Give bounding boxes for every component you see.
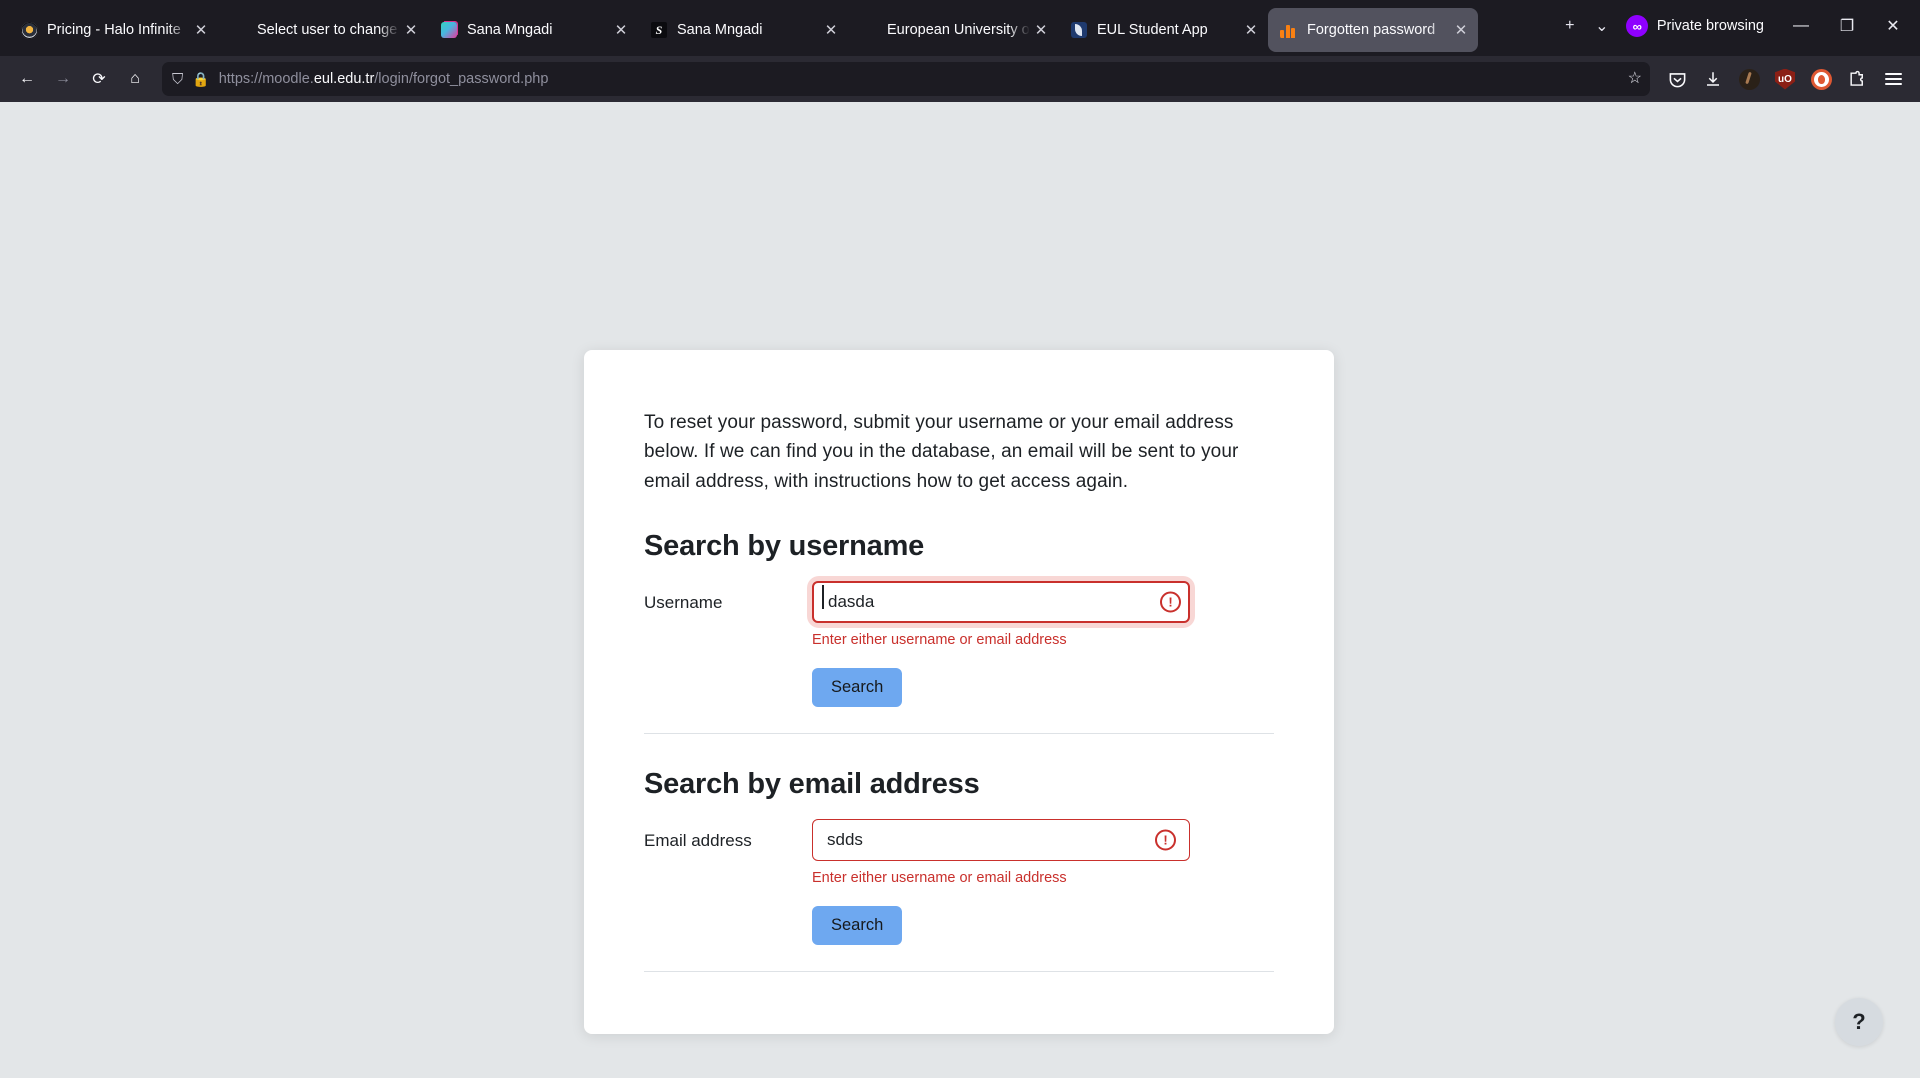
tabs-container: Pricing - Halo Infinite ✕ Select user to… <box>8 0 1554 56</box>
tab-close-icon[interactable]: ✕ <box>610 19 632 41</box>
window-controls-area: ∞ Private browsing — ❐ ✕ <box>1618 0 1920 56</box>
extensions-puzzle-icon[interactable] <box>1840 62 1874 96</box>
username-search-button[interactable]: Search <box>812 668 903 708</box>
close-window-button[interactable]: ✕ <box>1870 6 1916 46</box>
tab-strip: Pricing - Halo Infinite ✕ Select user to… <box>0 0 1920 56</box>
tab-pricing-halo-infinite[interactable]: Pricing - Halo Infinite ✕ <box>8 8 218 52</box>
email-input-wrap: ! <box>812 819 1190 862</box>
username-field-col: ! Enter either username or email address… <box>807 576 1274 708</box>
tab-title: European University of L <box>887 22 1030 38</box>
back-icon[interactable]: ← <box>10 62 44 96</box>
username-field-row: Username ! Enter either username or emai… <box>644 576 1274 708</box>
ublock-origin-icon[interactable]: uO <box>1768 62 1802 96</box>
tab-close-icon[interactable]: ✕ <box>820 19 842 41</box>
halo-icon <box>20 21 38 39</box>
url-path: /login/forgot_password.php <box>374 71 549 87</box>
tab-close-icon[interactable]: ✕ <box>1450 19 1472 41</box>
eul-icon <box>1070 21 1088 39</box>
forward-icon[interactable]: → <box>46 62 80 96</box>
tab-title: Select user to change | P <box>257 22 400 38</box>
error-exclamation-icon: ! <box>1155 829 1176 851</box>
page-viewport: To reset your password, submit your user… <box>0 102 1920 1078</box>
url-domain: eul.edu.tr <box>313 71 375 87</box>
browser-window: Pricing - Halo Infinite ✕ Select user to… <box>0 0 1920 1078</box>
lock-icon[interactable]: 🔒 <box>192 72 209 86</box>
tab-close-icon[interactable]: ✕ <box>1030 19 1052 41</box>
url-text: https://moodle.eul.edu.tr/login/forgot_p… <box>219 71 1619 87</box>
email-error-message: Enter either username or email address <box>812 870 1067 887</box>
reload-icon[interactable]: ⟳ <box>82 62 116 96</box>
private-browsing-indicator: ∞ Private browsing <box>1618 15 1778 37</box>
intro-text: To reset your password, submit your user… <box>644 412 1239 492</box>
moodle-icon <box>1280 21 1298 39</box>
tab-sana-mngadi-2[interactable]: S Sana Mngadi ✕ <box>638 8 848 52</box>
tab-eul-student-app[interactable]: EUL Student App ✕ <box>1058 8 1268 52</box>
download-icon[interactable] <box>1696 62 1730 96</box>
email-field-row: Email address ! Enter either username or… <box>644 819 1274 946</box>
url-scheme: https://moodle. <box>218 71 314 87</box>
browser-toolbar-icons: uO <box>1660 62 1910 96</box>
help-button[interactable]: ? <box>1835 998 1883 1046</box>
error-exclamation-icon: ! <box>1160 591 1181 613</box>
search-by-username-heading: Search by username <box>644 530 925 563</box>
app-menu-icon[interactable] <box>1876 62 1910 96</box>
text-caret <box>822 585 824 610</box>
email-input[interactable] <box>812 819 1190 862</box>
home-icon[interactable]: ⌂ <box>118 62 152 96</box>
section-divider-1 <box>644 733 1274 735</box>
email-label: Email address <box>644 831 752 851</box>
tab-title: Sana Mngadi <box>467 22 553 38</box>
tab-close-icon[interactable]: ✕ <box>400 19 422 41</box>
gradient-squares-icon <box>440 21 458 39</box>
tab-title: EUL Student App <box>1097 22 1208 38</box>
tab-close-icon[interactable]: ✕ <box>1240 19 1262 41</box>
maximize-button[interactable]: ❐ <box>1824 6 1870 46</box>
blank-page-icon <box>230 21 248 39</box>
tab-european-university[interactable]: European University of L ✕ <box>848 8 1058 52</box>
tab-title: Forgotten password <box>1307 22 1436 38</box>
list-all-tabs-icon[interactable]: ⌄ <box>1586 10 1618 42</box>
forgot-password-card: To reset your password, submit your user… <box>584 350 1334 1034</box>
private-browsing-label: Private browsing <box>1656 18 1764 34</box>
tab-forgotten-password[interactable]: Forgotten password ✕ <box>1268 8 1478 52</box>
duckduckgo-icon[interactable] <box>1804 62 1838 96</box>
tabstrip-buttons: + ⌄ <box>1554 0 1618 56</box>
username-label: Username <box>644 593 723 613</box>
account-avatar-icon[interactable] <box>1732 62 1766 96</box>
letter-s-icon: S <box>650 21 668 39</box>
search-by-email-heading: Search by email address <box>644 768 980 801</box>
tab-title: Pricing - Halo Infinite <box>47 22 181 38</box>
tab-sana-mngadi-1[interactable]: Sana Mngadi ✕ <box>428 8 638 52</box>
ublock-badge: uO <box>1775 68 1795 90</box>
pocket-icon[interactable] <box>1660 62 1694 96</box>
new-tab-button[interactable]: + <box>1554 10 1586 42</box>
shield-icon[interactable]: ⛉ <box>172 72 183 87</box>
username-input-wrap: ! <box>807 576 1195 629</box>
tab-title: Sana Mngadi <box>677 22 763 38</box>
navigation-toolbar: ← → ⟳ ⌂ ⛉ 🔒 https://moodle.eul.edu.tr/lo… <box>0 56 1920 102</box>
private-mask-icon: ∞ <box>1625 15 1648 37</box>
tab-close-icon[interactable]: ✕ <box>190 19 212 41</box>
minimize-button[interactable]: — <box>1778 6 1824 46</box>
username-error-message: Enter either username or email address <box>812 632 1067 649</box>
tab-select-user-to-change[interactable]: Select user to change | P ✕ <box>218 8 428 52</box>
email-search-button[interactable]: Search <box>812 906 903 946</box>
address-bar[interactable]: ⛉ 🔒 https://moodle.eul.edu.tr/login/forg… <box>162 62 1650 96</box>
email-field-col: ! Enter either username or email address… <box>812 819 1274 946</box>
blank-page-icon <box>860 21 878 39</box>
bookmark-star-icon[interactable]: ☆ <box>1628 71 1642 87</box>
section-divider-2 <box>644 971 1274 973</box>
username-input[interactable] <box>812 581 1190 624</box>
